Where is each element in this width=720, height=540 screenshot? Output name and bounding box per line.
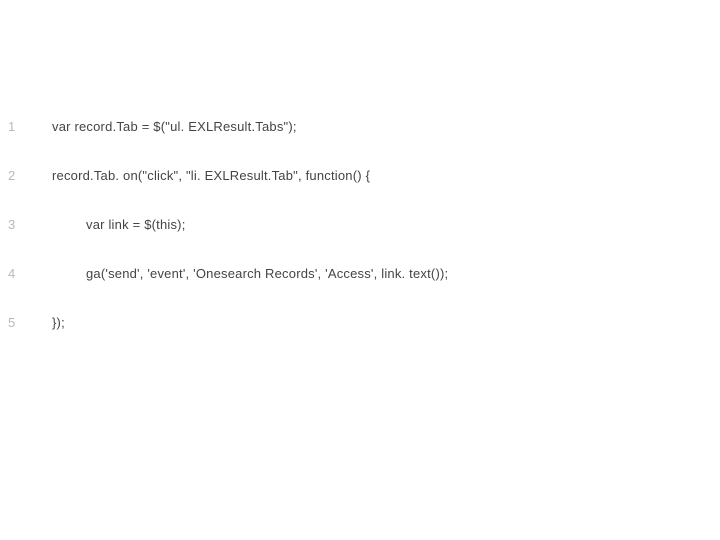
code-text: var link = $(this); — [34, 218, 186, 231]
code-text: ga('send', 'event', 'Onesearch Records',… — [34, 267, 448, 280]
code-line: 3 var link = $(this); — [8, 218, 720, 231]
line-number: 3 — [8, 218, 34, 231]
code-line: 4 ga('send', 'event', 'Onesearch Records… — [8, 267, 720, 280]
line-number: 2 — [8, 169, 34, 182]
code-line: 1 var record.Tab = $("ul. EXLResult.Tabs… — [8, 120, 720, 133]
line-number: 5 — [8, 316, 34, 329]
line-number: 4 — [8, 267, 34, 280]
line-number: 1 — [8, 120, 34, 133]
code-line: 5 }); — [8, 316, 720, 329]
code-text: }); — [34, 316, 65, 329]
code-text: var record.Tab = $("ul. EXLResult.Tabs")… — [34, 120, 297, 133]
code-line: 2 record.Tab. on("click", "li. EXLResult… — [8, 169, 720, 182]
code-block: 1 var record.Tab = $("ul. EXLResult.Tabs… — [0, 0, 720, 329]
code-text: record.Tab. on("click", "li. EXLResult.T… — [34, 169, 370, 182]
